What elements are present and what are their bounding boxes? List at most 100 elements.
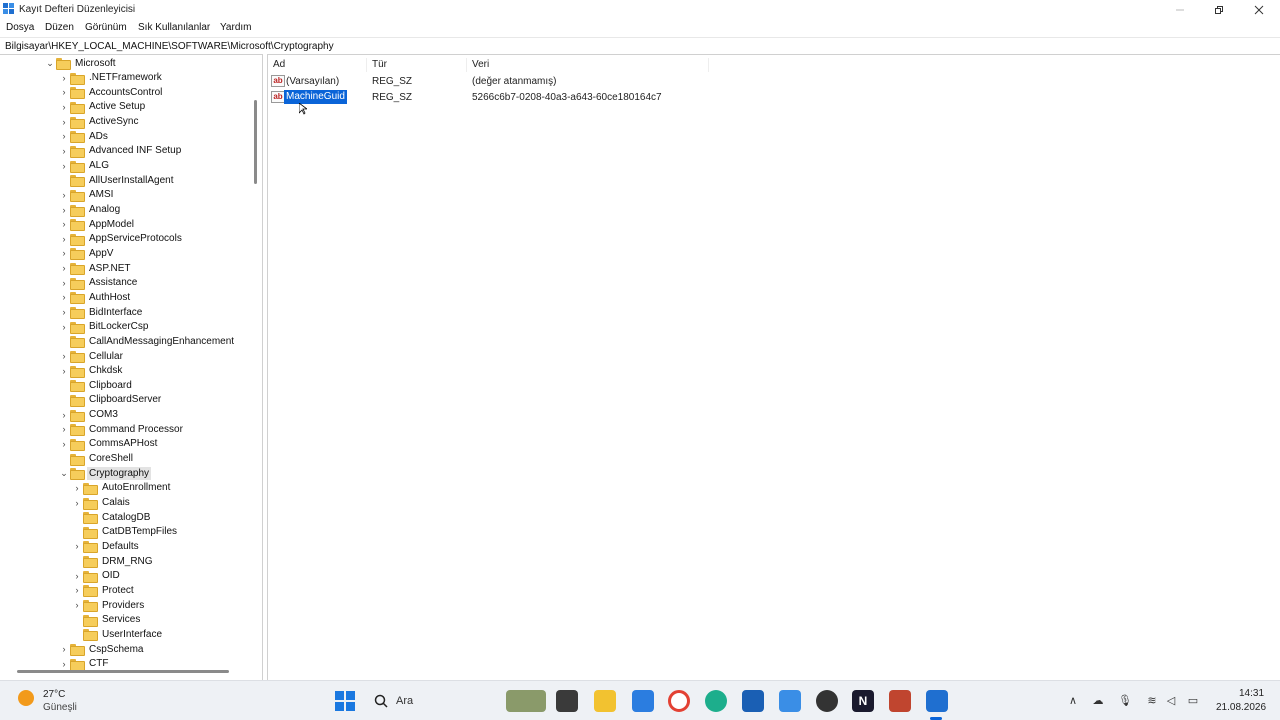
chevron-right-icon[interactable]: ›	[58, 159, 70, 173]
volume-icon[interactable]: ◁	[1164, 694, 1178, 708]
tree-item[interactable]: › CspSchema	[58, 642, 145, 656]
chevron-right-icon[interactable]: ›	[71, 598, 83, 612]
wifi-icon[interactable]: ≋	[1145, 694, 1159, 708]
registry-editor-taskbar-icon[interactable]	[926, 690, 948, 712]
chevron-right-icon[interactable]: ›	[58, 100, 70, 114]
value-row[interactable]: ab (Varsayılan) REG_SZ (değer atanmamış)	[268, 74, 868, 89]
tree-item[interactable]: › COM3	[58, 408, 120, 422]
tree-item[interactable]: › ActiveSync	[58, 115, 140, 129]
tree-item[interactable]: › Calais	[71, 496, 132, 510]
taskbar-search[interactable]: Ara	[366, 689, 496, 713]
column-header-name[interactable]: Ad	[273, 59, 285, 70]
key-tree[interactable]: ⌄ Microsoft › .NETFramework › AccountsControl…	[0, 54, 263, 680]
chevron-right-icon[interactable]: ›	[58, 422, 70, 436]
minimize-button[interactable]	[1160, 0, 1200, 20]
tree-item[interactable]: › Advanced INF Setup	[58, 144, 183, 158]
tree-item[interactable]: › BidInterface	[58, 305, 144, 320]
tree-item[interactable]: › ADs	[58, 129, 110, 144]
column-header-type[interactable]: Tür	[372, 59, 387, 70]
chevron-right-icon[interactable]: ›	[58, 276, 70, 290]
chevron-down-icon[interactable]: ⌄	[58, 466, 70, 480]
chevron-right-icon[interactable]: ›	[58, 217, 70, 231]
tree-item[interactable]: › AppServiceProtocols	[58, 232, 184, 246]
chevron-right-icon[interactable]: ›	[58, 144, 70, 158]
tree-item[interactable]: › AppModel	[58, 217, 136, 232]
edge-icon[interactable]	[705, 690, 727, 712]
chevron-right-icon[interactable]: ›	[71, 539, 83, 553]
tree-item[interactable]: › Active Setup	[58, 100, 147, 114]
tree-item[interactable]: › Assistance	[58, 276, 139, 290]
game-app-icon[interactable]	[889, 690, 911, 712]
chrome-icon[interactable]	[668, 690, 690, 712]
outlook-icon[interactable]	[779, 690, 801, 712]
battery-icon[interactable]: ▭	[1186, 694, 1200, 708]
chevron-right-icon[interactable]: ›	[58, 320, 70, 334]
tree-item[interactable]: › CommsAPHost	[58, 437, 159, 451]
tree-item[interactable]: › Analog	[58, 203, 122, 217]
media-app-icon[interactable]	[816, 690, 838, 712]
tree-item[interactable]: ClipboardServer	[58, 393, 163, 407]
chevron-right-icon[interactable]: ›	[58, 85, 70, 99]
tree-item[interactable]: › Protect	[71, 583, 136, 598]
tree-item[interactable]: › Command Processor	[58, 422, 185, 437]
column-separator[interactable]	[466, 58, 467, 72]
chevron-right-icon[interactable]: ›	[71, 569, 83, 583]
clock-time[interactable]: 14:31	[1239, 688, 1264, 699]
tree-item[interactable]: CatDBTempFiles	[71, 525, 179, 539]
store-icon[interactable]	[632, 690, 654, 712]
chevron-right-icon[interactable]: ›	[58, 246, 70, 260]
menu-file[interactable]: Dosya	[6, 22, 34, 33]
tree-item[interactable]: › AppV	[58, 246, 115, 261]
chevron-right-icon[interactable]: ›	[71, 583, 83, 597]
tree-item[interactable]: ⌄ Microsoft	[44, 56, 118, 70]
menu-edit[interactable]: Düzen	[45, 22, 74, 33]
chevron-up-icon[interactable]: ∧	[1066, 694, 1080, 708]
chevron-right-icon[interactable]: ›	[58, 261, 70, 275]
value-row-selected[interactable]: ab MachineGuid REG_SZ 5266c6b7-0208-40a3…	[268, 90, 868, 105]
restore-button[interactable]	[1199, 0, 1239, 20]
terminal-icon[interactable]	[556, 690, 578, 712]
file-explorer-icon[interactable]	[594, 690, 616, 712]
address-bar[interactable]: Bilgisayar\HKEY_LOCAL_MACHINE\SOFTWARE\M…	[0, 37, 1280, 53]
search-highlight-icon[interactable]	[506, 690, 546, 712]
tree-item[interactable]: › BitLockerCsp	[58, 320, 150, 334]
chevron-right-icon[interactable]: ›	[58, 232, 70, 246]
weather-description[interactable]: Güneşli	[43, 702, 77, 713]
close-button[interactable]	[1239, 0, 1279, 20]
chevron-right-icon[interactable]: ›	[58, 188, 70, 202]
address-path[interactable]: Bilgisayar\HKEY_LOCAL_MACHINE\SOFTWARE\M…	[5, 41, 334, 52]
tree-item[interactable]: CoreShell	[58, 452, 135, 466]
menu-favorites[interactable]: Sık Kullanılanlar	[138, 22, 210, 33]
tree-item[interactable]: CallAndMessagingEnhancement	[58, 334, 236, 349]
tree-item[interactable]: DRM_RNG	[71, 554, 155, 569]
tree-item[interactable]: › CTF	[58, 657, 110, 671]
calendar-app-icon[interactable]	[742, 690, 764, 712]
tree-item[interactable]: Clipboard	[58, 378, 134, 393]
tree-item[interactable]: › AuthHost	[58, 290, 132, 305]
tree-item[interactable]: › ALG	[58, 159, 111, 173]
tree-item[interactable]: › AMSI	[58, 188, 115, 202]
sun-icon[interactable]	[18, 690, 34, 706]
tree-item[interactable]: › Defaults	[71, 539, 141, 554]
value-list[interactable]: Ad Tür Veri ab (Varsayılan) REG_SZ (değe…	[267, 54, 1280, 680]
chevron-right-icon[interactable]: ›	[58, 657, 70, 671]
column-separator[interactable]	[366, 58, 367, 72]
chevron-right-icon[interactable]: ›	[58, 71, 70, 85]
n-app-icon[interactable]: N	[852, 690, 874, 712]
tree-item[interactable]: › Cellular	[58, 349, 125, 363]
tree-item[interactable]: › Providers	[71, 598, 146, 613]
tree-vertical-scroll-thumb[interactable]	[254, 100, 257, 184]
chevron-right-icon[interactable]: ›	[58, 642, 70, 656]
chevron-right-icon[interactable]: ›	[58, 129, 70, 143]
chevron-right-icon[interactable]: ›	[58, 115, 70, 129]
tree-item[interactable]: UserInterface	[71, 627, 164, 642]
weather-temperature[interactable]: 27°C	[43, 689, 65, 700]
tree-horizontal-scroll-thumb[interactable]	[17, 670, 229, 673]
chevron-right-icon[interactable]: ›	[71, 481, 83, 495]
tree-item[interactable]: ⌄ Cryptography	[58, 466, 152, 481]
tree-item[interactable]: CatalogDB	[71, 510, 152, 525]
tree-item[interactable]: › AutoEnrollment	[71, 481, 172, 495]
column-separator[interactable]	[708, 58, 709, 72]
column-header-data[interactable]: Veri	[472, 59, 489, 70]
chevron-right-icon[interactable]: ›	[58, 437, 70, 451]
